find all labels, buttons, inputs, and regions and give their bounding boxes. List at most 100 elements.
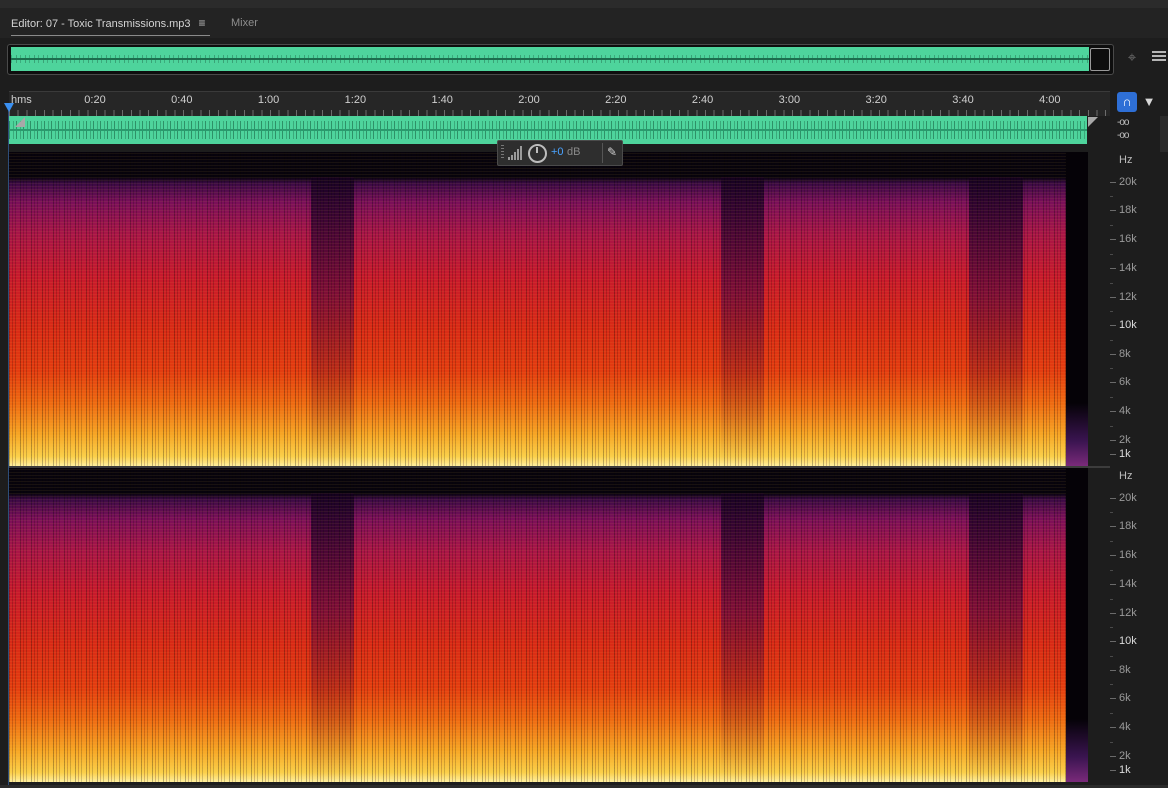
- overview-range-handle[interactable]: [1090, 48, 1110, 71]
- ruler-time-label: 3:40: [952, 94, 974, 106]
- frequency-minor-tick: [1110, 684, 1113, 685]
- fade-out-handle[interactable]: [1088, 117, 1098, 127]
- gain-hud[interactable]: +0 dB ✎: [497, 140, 623, 166]
- playhead-marker[interactable]: [4, 103, 14, 112]
- ruler-time-label: 1:20: [344, 94, 367, 106]
- spectrogram-grain: [9, 152, 1088, 466]
- ruler-time-label: 2:00: [518, 94, 540, 106]
- ruler-time-label: 3:20: [865, 94, 887, 106]
- panel-menu-icon[interactable]: [1152, 51, 1166, 65]
- frequency-label: 12k: [1119, 291, 1137, 303]
- frequency-label: 8k: [1119, 664, 1131, 676]
- frequency-minor-tick: [1110, 253, 1113, 255]
- frequency-tick: [1110, 727, 1116, 728]
- frequency-tick: [1110, 210, 1116, 211]
- frequency-minor-tick: [1110, 282, 1113, 284]
- frequency-label: 6k: [1119, 692, 1131, 704]
- gain-unit: dB: [567, 146, 581, 158]
- frequency-minor-tick: [1110, 540, 1113, 542]
- gain-value[interactable]: +0: [551, 146, 564, 158]
- frequency-tick: [1110, 555, 1116, 556]
- meter-left-value: -oo: [1117, 117, 1129, 128]
- frequency-minor-tick: [1110, 224, 1113, 226]
- frequency-label: 18k: [1119, 204, 1137, 216]
- frequency-label: 8k: [1119, 348, 1131, 360]
- spectrogram-silence-tail: [1066, 152, 1088, 466]
- spectrogram-silence-tail: [1066, 468, 1088, 782]
- hud-grip[interactable]: [501, 145, 504, 160]
- frequency-minor-tick: [1110, 512, 1113, 513]
- ruler-time-label: 3:00: [778, 94, 801, 106]
- frequency-minor-tick: [1110, 368, 1113, 369]
- frequency-unit-label: Hz: [1119, 470, 1133, 482]
- panel-tabs: Editor: 07 - Toxic Transmissions.mp3 ≡ Mi…: [0, 8, 1168, 38]
- frequency-minor-tick: [1110, 396, 1113, 398]
- frequency-minor-tick: [1110, 569, 1113, 571]
- frequency-label: 6k: [1119, 376, 1131, 388]
- frequency-tick: [1110, 268, 1116, 269]
- frequency-label: 4k: [1119, 405, 1131, 417]
- tab-editor[interactable]: Editor: 07 - Toxic Transmissions.mp3 ≡: [11, 15, 210, 36]
- frequency-tick: [1110, 297, 1116, 298]
- frequency-minor-tick: [1110, 425, 1113, 427]
- frequency-label: 1k: [1119, 448, 1131, 460]
- frequency-tick: [1110, 670, 1116, 671]
- frequency-label: 4k: [1119, 721, 1131, 733]
- frequency-label: 12k: [1119, 607, 1137, 619]
- spectrogram-grain: [9, 468, 1088, 782]
- tab-mixer-label: Mixer: [231, 17, 258, 29]
- frequency-label: 16k: [1119, 233, 1137, 245]
- frequency-tick: [1110, 182, 1116, 183]
- ruler-time-label: 4:00: [1039, 94, 1061, 106]
- frequency-label: 2k: [1119, 434, 1131, 446]
- frequency-minor-tick: [1110, 627, 1113, 628]
- frequency-label: 20k: [1119, 492, 1137, 504]
- frequency-tick: [1110, 440, 1116, 441]
- frequency-minor-tick: [1110, 311, 1113, 312]
- ruler-time-label: 2:40: [691, 94, 714, 106]
- tab-editor-label: Editor: 07 - Toxic Transmissions.mp3: [11, 18, 191, 30]
- frequency-minor-tick: [1110, 741, 1113, 743]
- frequency-tick: [1110, 770, 1116, 771]
- frequency-minor-tick: [1110, 655, 1113, 657]
- fade-in-handle[interactable]: [15, 117, 25, 127]
- frequency-minor-tick: [1110, 712, 1113, 714]
- top-strip: [0, 0, 1168, 8]
- ruler-time-label: 2:20: [605, 94, 627, 106]
- frequency-tick: [1110, 641, 1116, 642]
- frequency-axis-right-channel: Hz 20k 18k 16k 14k 12k 10k 8k 6k 4k 2k 1k: [1110, 468, 1158, 782]
- frequency-label: 10k: [1119, 319, 1137, 331]
- frequency-tick: [1110, 382, 1116, 383]
- frequency-label: 14k: [1119, 578, 1137, 590]
- ruler-time-label: 0:20: [84, 94, 106, 106]
- snap-magnet-icon[interactable]: ∩: [1117, 92, 1137, 112]
- pin-icon[interactable]: ✎: [607, 145, 617, 159]
- frequency-tick: [1110, 454, 1116, 455]
- gain-knob-icon[interactable]: [528, 144, 547, 163]
- zoom-target-icon[interactable]: ⌖: [1122, 48, 1142, 68]
- frequency-tick: [1110, 756, 1116, 757]
- spectrogram-right-channel[interactable]: [9, 468, 1088, 782]
- frequency-unit-label: Hz: [1119, 154, 1133, 166]
- frequency-tick: [1110, 613, 1116, 614]
- overview-waveform[interactable]: [7, 44, 1114, 75]
- frequency-label: 10k: [1119, 635, 1137, 647]
- time-ruler[interactable]: hms 0:20 0:40 1:00 1:20 1:40 2:00 2:20 2:40 3:00…: [9, 91, 1110, 116]
- marker-pin-icon[interactable]: ▼: [1142, 94, 1156, 112]
- frequency-label: 20k: [1119, 176, 1137, 188]
- volume-bars-icon: [508, 146, 524, 160]
- frequency-tick: [1110, 498, 1116, 499]
- frequency-label: 1k: [1119, 764, 1131, 776]
- frequency-tick: [1110, 698, 1116, 699]
- frequency-tick: [1110, 411, 1116, 412]
- vertical-scrollbar[interactable]: [1160, 116, 1168, 152]
- frequency-axis-left-channel: Hz 20k 18k 16k 14k 12k 10k 8k 6k 4k 2k 1k: [1110, 152, 1158, 466]
- frequency-tick: [1110, 584, 1116, 585]
- frequency-minor-tick: [1110, 598, 1113, 600]
- frequency-tick: [1110, 354, 1116, 355]
- tab-mixer[interactable]: Mixer: [231, 15, 258, 35]
- spectrogram-left-channel[interactable]: [9, 152, 1088, 466]
- hamburger-menu-icon[interactable]: ≡: [199, 16, 206, 30]
- frequency-tick: [1110, 239, 1116, 240]
- frequency-minor-tick: [1110, 196, 1113, 197]
